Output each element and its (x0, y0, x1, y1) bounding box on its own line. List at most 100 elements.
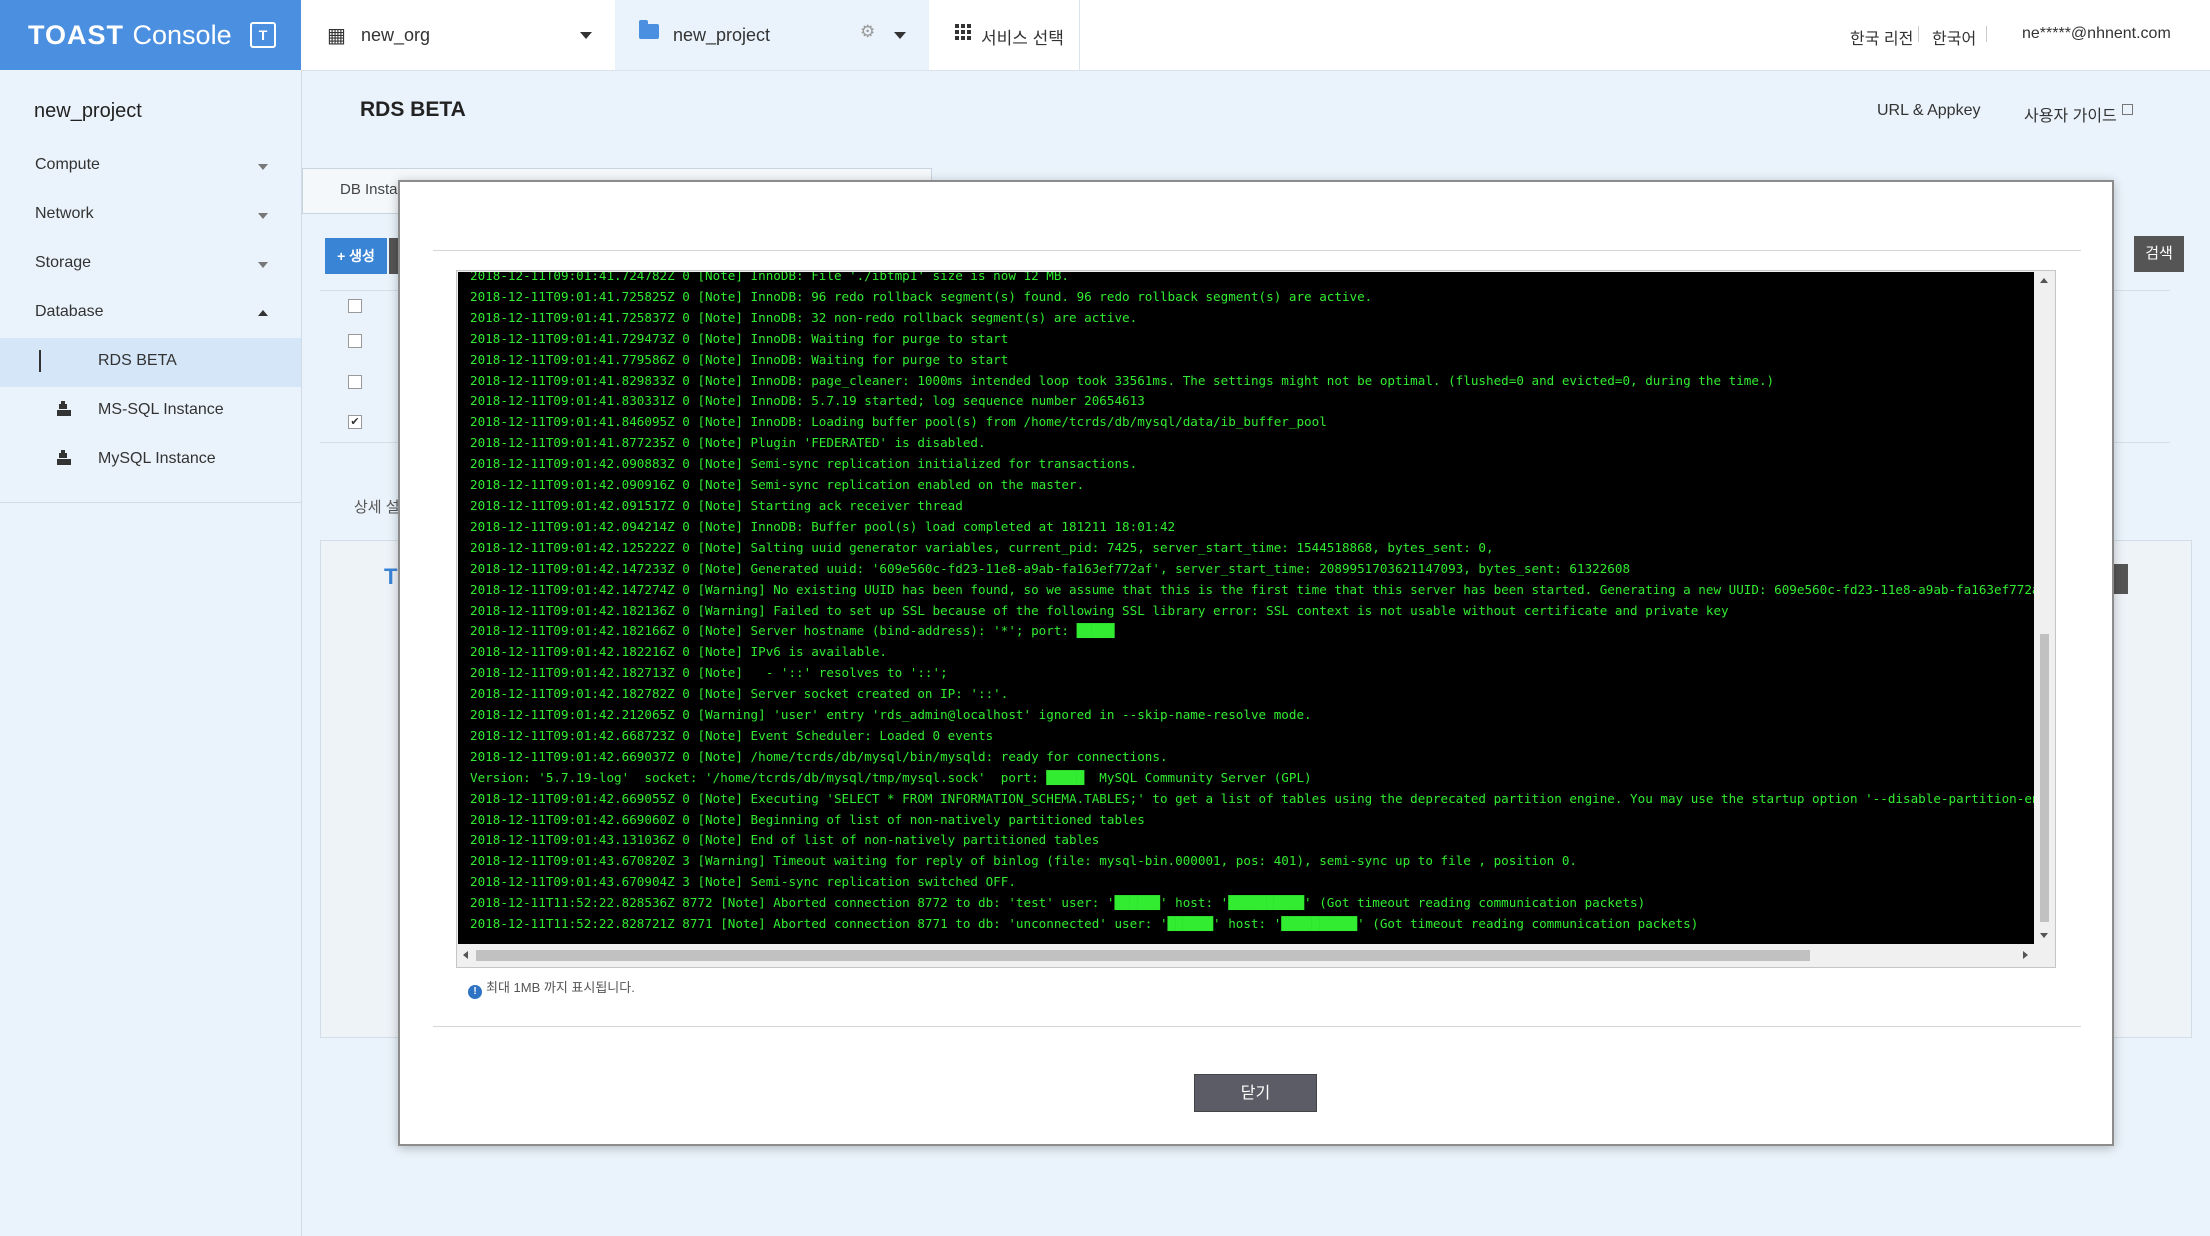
database-icon (57, 401, 71, 416)
log-line: 2018-12-11T09:01:42.094214Z 0 [Note] Inn… (470, 518, 1176, 534)
chevron-down-icon[interactable] (258, 164, 268, 170)
log-line: 2018-12-11T09:01:41.724782Z 0 [Note] Inn… (470, 272, 1069, 283)
project-name: new_project (673, 25, 771, 45)
log-viewer-modal: 2018-12-11T09:01:41.724782Z 0 [Note] Inn… (398, 180, 2114, 1146)
service-selector[interactable]: 서비스 선택 (929, 0, 1080, 70)
log-line: 2018-12-11T11:52:22.828721Z 8771 [Note] … (470, 916, 1699, 932)
url-appkey-link[interactable]: URL & Appkey (1877, 102, 1980, 120)
log-line: 2018-12-11T09:01:41.779586Z 0 [Note] Inn… (470, 351, 1009, 367)
log-line: 2018-12-11T09:01:41.725837Z 0 [Note] Inn… (470, 309, 1138, 325)
sidebar-category-compute[interactable]: Compute (35, 156, 100, 174)
chevron-down-icon[interactable] (258, 213, 268, 219)
scroll-right-arrow-icon[interactable] (2023, 951, 2028, 959)
log-viewer[interactable]: 2018-12-11T09:01:41.724782Z 0 [Note] Inn… (456, 270, 2056, 968)
size-limit-notice: ! 최대 1MB 까지 표시됩니다. (468, 977, 635, 999)
log-terminal[interactable]: 2018-12-11T09:01:41.724782Z 0 [Note] Inn… (458, 272, 2034, 944)
grid-icon (955, 24, 971, 40)
sidebar-category-database[interactable]: Database (35, 303, 104, 321)
scrollbar-thumb[interactable] (476, 950, 1810, 961)
active-indicator (39, 350, 41, 372)
service-select-label: 서비스 선택 (981, 29, 1064, 48)
chevron-up-icon[interactable] (258, 310, 268, 316)
log-line: 2018-12-11T09:01:42.147274Z 0 [Warning] … (470, 581, 2034, 597)
org-name: new_org (361, 25, 431, 45)
divider (1918, 26, 1919, 42)
log-line: 2018-12-11T09:01:42.147233Z 0 [Note] Gen… (470, 560, 1631, 576)
building-icon: ▦ (327, 25, 346, 47)
database-icon (57, 450, 71, 465)
tab-db-instance[interactable]: DB Insta (340, 181, 398, 198)
project-selector[interactable]: new_project ⚙ (615, 0, 929, 70)
sidebar-item-label[interactable]: RDS BETA (98, 352, 177, 370)
log-line: 2018-12-11T09:01:42.090916Z 0 [Note] Sem… (470, 477, 1085, 493)
divider (433, 1026, 2081, 1027)
external-link-icon (2122, 104, 2133, 115)
chevron-down-icon[interactable] (258, 262, 268, 268)
info-icon: ! (468, 985, 482, 999)
log-line: 2018-12-11T09:01:41.830331Z 0 [Note] Inn… (470, 393, 1145, 409)
user-account-menu[interactable]: ne*****@nhnent.com (2022, 25, 2171, 43)
divider (433, 250, 2081, 251)
sidebar-item-ms-sql[interactable]: MS-SQL Instance (98, 401, 224, 419)
log-line: 2018-12-11T09:01:42.182713Z 0 [Note] - '… (470, 665, 948, 681)
logo-text: TOAST Console (28, 20, 232, 50)
log-line: 2018-12-11T09:01:42.090883Z 0 [Note] Sem… (470, 456, 1138, 472)
log-line: 2018-12-11T09:01:41.729473Z 0 [Note] Inn… (470, 330, 1009, 346)
scroll-left-arrow-icon[interactable] (463, 951, 468, 959)
log-line: 2018-12-11T09:01:42.668723Z 0 [Note] Eve… (470, 727, 994, 743)
log-line: 2018-12-11T09:01:42.125222Z 0 [Note] Sal… (470, 539, 1494, 555)
log-line: 2018-12-11T09:01:42.182136Z 0 [Warning] … (470, 602, 1729, 618)
create-button[interactable]: + 생성 (325, 238, 387, 274)
panel-button[interactable] (2112, 564, 2128, 594)
scroll-up-arrow-icon[interactable] (2040, 278, 2048, 283)
divider (1986, 26, 1987, 42)
log-line: 2018-12-11T09:01:42.091517Z 0 [Note] Sta… (470, 497, 963, 513)
search-button[interactable]: 검색 (2134, 236, 2184, 272)
sidebar-project-title: new_project (34, 100, 142, 122)
user-guide-link[interactable]: 사용자 가이드 (2024, 102, 2117, 126)
close-button[interactable]: 닫기 (1194, 1074, 1317, 1112)
chevron-down-icon[interactable] (894, 32, 906, 39)
detail-panel-tab[interactable]: T (384, 564, 397, 590)
tab-detail-settings[interactable]: 상세 설 (354, 496, 400, 517)
scroll-down-arrow-icon[interactable] (2040, 933, 2048, 938)
region-selector[interactable]: 한국 리전 (1850, 25, 1913, 49)
divider (0, 502, 301, 503)
log-content: 2018-12-11T09:01:41.724782Z 0 [Note] Inn… (470, 272, 2034, 935)
sidebar-category-network[interactable]: Network (35, 205, 94, 223)
log-line: 2018-12-11T09:01:43.131036Z 0 [Note] End… (470, 832, 1100, 848)
page-title: RDS BETA (360, 98, 466, 121)
log-line: 2018-12-11T09:01:42.182166Z 0 [Note] Ser… (470, 623, 1115, 639)
sidebar-item-mysql[interactable]: MySQL Instance (98, 450, 216, 468)
row-checkbox[interactable] (348, 375, 362, 389)
chevron-down-icon (580, 32, 592, 39)
row-checkbox-checked[interactable]: ✔ (348, 415, 362, 429)
horizontal-scrollbar[interactable] (458, 944, 2034, 966)
row-checkbox[interactable] (348, 334, 362, 348)
vertical-scrollbar[interactable] (2035, 272, 2054, 944)
scrollbar-thumb[interactable] (2040, 634, 2049, 922)
gear-icon[interactable]: ⚙ (860, 22, 875, 42)
console-logo[interactable]: TOAST Console T (0, 0, 301, 70)
log-line: 2018-12-11T09:01:41.829833Z 0 [Note] Inn… (470, 372, 1775, 388)
top-bar: TOAST Console T ▦ new_org new_project ⚙ … (0, 0, 2210, 71)
log-line: 2018-12-11T09:01:43.670820Z 3 [Warning] … (470, 853, 1577, 869)
notice-text: 최대 1MB 까지 표시됩니다. (486, 980, 635, 995)
language-selector[interactable]: 한국어 (1932, 25, 1976, 49)
sidebar-category-storage[interactable]: Storage (35, 254, 91, 272)
log-line: 2018-12-11T09:01:42.669055Z 0 [Note] Exe… (470, 790, 2034, 806)
log-line: 2018-12-11T11:52:22.828536Z 8772 [Note] … (470, 895, 1646, 911)
log-line: 2018-12-11T09:01:43.670904Z 3 [Note] Sem… (470, 874, 1016, 890)
menu-toggle-button[interactable]: T (250, 22, 276, 48)
org-selector[interactable]: ▦ new_org (301, 0, 616, 70)
log-line: 2018-12-11T09:01:42.182216Z 0 [Note] IPv… (470, 644, 888, 660)
row-checkbox[interactable] (348, 299, 362, 313)
log-line: 2018-12-11T09:01:41.725825Z 0 [Note] Inn… (470, 288, 1373, 304)
log-line: 2018-12-11T09:01:42.669060Z 0 [Note] Beg… (470, 811, 1145, 827)
folder-icon (639, 20, 659, 39)
log-line: 2018-12-11T09:01:41.877235Z 0 [Note] Plu… (470, 435, 986, 451)
sidebar: new_project Compute Network Storage Data… (0, 70, 302, 1236)
log-line: 2018-12-11T09:01:41.846095Z 0 [Note] Inn… (470, 414, 1327, 430)
log-line: 2018-12-11T09:01:42.669037Z 0 [Note] /ho… (470, 748, 1168, 764)
log-line: 2018-12-11T09:01:42.182782Z 0 [Note] Ser… (470, 686, 1009, 702)
